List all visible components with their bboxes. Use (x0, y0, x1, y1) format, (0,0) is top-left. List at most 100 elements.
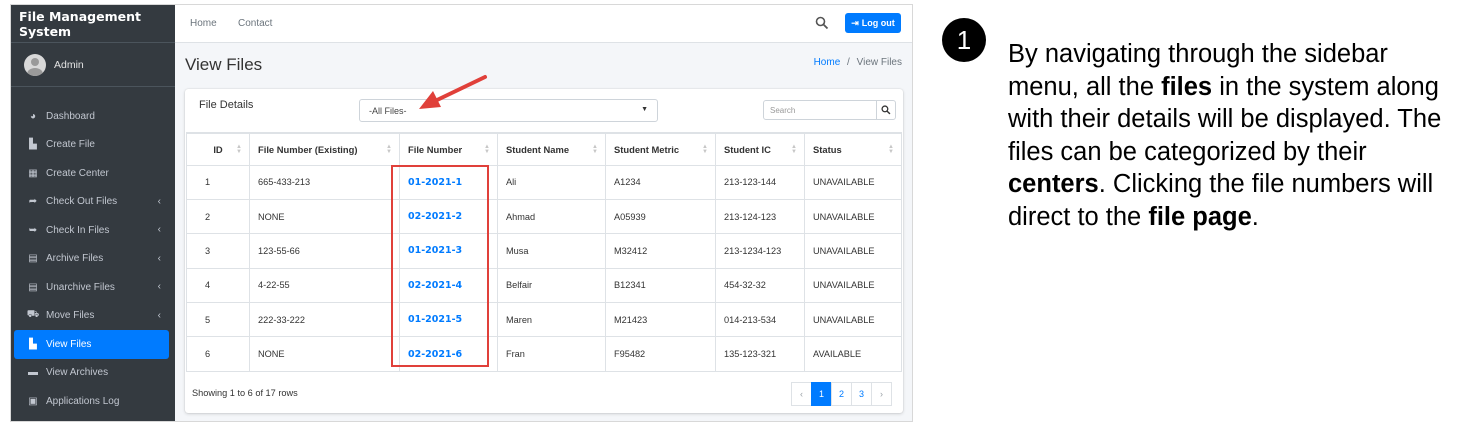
sidebar-item-label: Applications Log (46, 395, 120, 407)
table-cell: A05939 (605, 198, 716, 235)
card-title: File Details (199, 99, 254, 111)
search-input[interactable]: Search (763, 100, 877, 120)
nav-contact-link[interactable]: Contact (238, 18, 272, 29)
pagination-page-2[interactable]: 2 (831, 382, 852, 406)
emphasis-text: file page (1148, 202, 1252, 231)
sort-icon: ▲ ▼ (791, 144, 797, 155)
sidebar-item-label: View Files (46, 338, 92, 350)
column-header[interactable]: File Number (Existing) ▲ ▼ (249, 132, 400, 166)
table-cell: B12341 (605, 267, 716, 304)
logout-button[interactable]: ⇥ Log out (845, 13, 901, 33)
column-header[interactable]: Student Name ▲ ▼ (497, 132, 606, 166)
column-header[interactable]: File Number ▲ ▼ (399, 132, 498, 166)
sort-icon: ▲ ▼ (484, 144, 490, 155)
table-cell: Fran (497, 336, 606, 372)
sidebar-item-archive-files[interactable]: ▤ Archive Files ‹ (11, 245, 175, 274)
sidebar-item-create-file[interactable]: ▙ Create File (11, 131, 175, 160)
table-cell: 5 (186, 302, 250, 338)
chevron-left-icon: ‹ (157, 281, 161, 292)
sidebar-item-label: Move Files (46, 310, 95, 322)
table-cell: 222-33-222 (249, 302, 400, 338)
table-cell: Maren (497, 302, 606, 338)
pagination-next-button[interactable]: › (871, 382, 892, 406)
step-number-badge: 1 (942, 18, 986, 62)
sidebar-item-create-center[interactable]: ▦ Create Center (11, 159, 175, 188)
sidebar-item-unarchive-files[interactable]: ▤ Unarchive Files ‹ (11, 273, 175, 302)
building-icon: ▦ (28, 167, 38, 179)
table-cell: 014-213-534 (715, 302, 805, 338)
sort-icon: ▲ ▼ (236, 144, 242, 155)
sidebar-item-label: Unarchive Files (46, 281, 115, 293)
table-cell: 213-124-123 (715, 198, 805, 235)
column-header-label: Student IC (724, 143, 771, 155)
table-cell: 6 (186, 336, 250, 372)
breadcrumb-home-link[interactable]: Home (814, 57, 841, 68)
column-header-label: Student Name (506, 143, 570, 155)
tachometer-icon: ◕ (29, 110, 37, 122)
sidebar-item-label: View Archives (46, 367, 109, 379)
user-panel[interactable]: Admin (11, 43, 175, 87)
sort-icon: ▲ ▼ (386, 144, 392, 155)
table-cell: A1234 (605, 164, 716, 200)
column-header[interactable]: Student Metric ▲ ▼ (605, 132, 716, 166)
column-header-label: File Number (408, 143, 463, 155)
pagination-page-3[interactable]: 3 (851, 382, 872, 406)
app-screenshot: File Management System Admin ◕ Dashboard ▙… (10, 4, 913, 422)
column-header-label: ID (213, 143, 223, 155)
table-body: 1 665-433-213 01-2021-1 Ali A1234 213-123-144… (186, 164, 902, 372)
sidebar-item-label: Create Center (46, 167, 109, 179)
column-header[interactable]: ID ▲ ▼ (186, 132, 250, 166)
pagination-summary: Showing 1 to 6 of 17 rows (192, 388, 298, 398)
red-arrow-icon (419, 75, 487, 109)
avatar (24, 53, 46, 76)
sort-icon: ▲ ▼ (888, 144, 894, 155)
step-description: By navigating through the sidebar menu, … (1008, 38, 1448, 233)
column-header[interactable]: Status ▲ ▼ (804, 132, 902, 166)
chevron-left-icon: ‹ (157, 252, 161, 264)
table-row: 3 123-55-66 01-2021-3 Musa M32412 213-1234-12… (186, 233, 902, 269)
sidebar-item-dashboard[interactable]: ◕ Dashboard (11, 102, 175, 131)
sidebar-item-label: Dashboard (46, 110, 95, 122)
table-cell: M21423 (605, 302, 716, 338)
table-cell: Ali (497, 164, 606, 200)
page-title: View Files (185, 55, 263, 74)
file-number-highlight-box (391, 165, 489, 367)
sidebar-item-move-files[interactable]: ⛟ Move Files ‹ (11, 302, 175, 331)
chevron-left-icon: ‹ (157, 224, 161, 235)
clipboard-icon: ▣ (28, 395, 38, 407)
sidebar-item-label: Archive Files (46, 253, 104, 265)
pagination: ‹ 1 2 3 › (791, 382, 892, 406)
breadcrumb: Home / View Files (814, 57, 902, 68)
table-cell: NONE (249, 198, 400, 235)
table-cell: 213-123-144 (715, 164, 805, 200)
table-row: 6 NONE 02-2021-6 Fran F95482 135-123-321 AVAIL… (186, 336, 902, 372)
table-row: 1 665-433-213 01-2021-1 Ali A1234 213-123-144… (186, 164, 902, 200)
logout-label: Log out (861, 18, 895, 28)
brand-title[interactable]: File Management System (11, 5, 175, 43)
sidebar-item-check-in-files[interactable]: ➥ Check In Files ‹ (11, 216, 175, 245)
sidebar-item-view-archives[interactable]: ▬ View Archives (11, 359, 175, 388)
search-icon (881, 105, 891, 115)
sidebar-item-check-out-files[interactable]: ➦ Check Out Files ‹ (11, 188, 175, 217)
sidebar-item-applications-log[interactable]: ▣ Applications Log (11, 387, 175, 416)
nav-home-link[interactable]: Home (190, 18, 217, 29)
column-header-label: Status (813, 143, 842, 155)
search-icon[interactable] (815, 16, 829, 30)
table-cell: UNAVAILABLE (804, 302, 902, 338)
sidebar-item-view-files[interactable]: ▙ View Files (14, 330, 169, 359)
column-header-label: Student Metric (614, 143, 680, 155)
file-unarchive-icon: ▤ (28, 281, 38, 293)
file-export-icon: ➦ (28, 196, 38, 208)
table-cell: 213-1234-123 (715, 233, 805, 269)
pagination-prev-button[interactable]: ‹ (791, 382, 812, 406)
file-archive-icon: ▤ (28, 253, 38, 265)
center-filter-select[interactable]: -All Files- ▼ (359, 99, 658, 122)
column-header[interactable]: Student IC ▲ ▼ (715, 132, 805, 166)
emphasis-text: files (1161, 72, 1213, 101)
search-button[interactable] (876, 100, 896, 120)
table-cell: M32412 (605, 233, 716, 269)
table-cell: UNAVAILABLE (804, 198, 902, 235)
sort-icon: ▲ ▼ (702, 144, 708, 155)
pagination-page-1[interactable]: 1 (811, 382, 832, 406)
files-table: ID ▲ ▼ File Number (Existing) ▲ ▼ File Number ▲… (186, 132, 902, 372)
